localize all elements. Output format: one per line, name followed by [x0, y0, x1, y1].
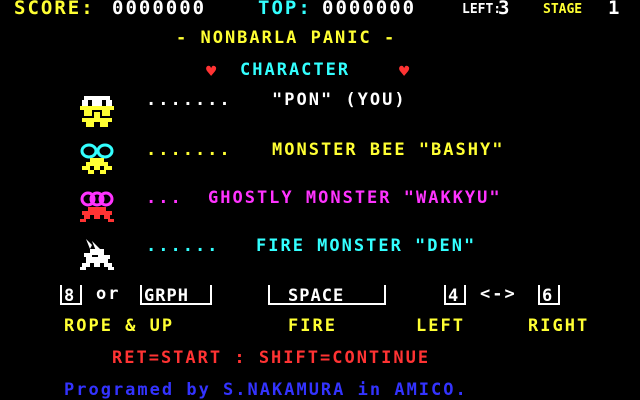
arrow-text: <-> [480, 284, 517, 304]
key-4: 4 [444, 285, 466, 306]
key-8: 8 [60, 285, 82, 306]
game-screen: SCORE: 0000000 TOP: 0000000 LEFT: 3 STAG… [0, 0, 640, 400]
den-name: FIRE MONSTER "DEN" [256, 236, 477, 256]
stage-value: 1 [608, 0, 622, 19]
action-right: RIGHT [528, 316, 590, 336]
ghost-sprite-icon [80, 191, 114, 222]
lives-value: 3 [498, 0, 512, 19]
den-dots: ...... [146, 236, 220, 256]
game-title: - NONBARLA PANIC - [176, 28, 397, 48]
stage-label: STAGE [543, 2, 583, 17]
key-space: SPACE [268, 285, 386, 306]
bee-sprite-icon [80, 143, 114, 174]
or-text: or [96, 284, 121, 304]
action-left: LEFT [416, 316, 465, 336]
key-space-label: SPACE [288, 286, 345, 306]
action-fire: FIRE [288, 316, 337, 336]
section-heading: CHARACTER [240, 60, 351, 80]
lives-label: LEFT: [462, 2, 502, 17]
heart-icon-left: ♥ [206, 62, 217, 82]
start-instructions: RET=START : SHIFT=CONTINUE [112, 348, 431, 368]
pon-dots: ....... [146, 90, 232, 110]
credit-text: Programed by S.NAKAMURA in AMICO. [64, 380, 468, 400]
key-6: 6 [538, 285, 560, 306]
score-label: SCORE: [14, 0, 95, 19]
wakkyu-name: GHOSTLY MONSTER "WAKKYU" [208, 188, 502, 208]
bashy-name: MONSTER BEE "BASHY" [272, 140, 505, 160]
bashy-dots: ....... [146, 140, 232, 160]
action-rope: ROPE & UP [64, 316, 175, 336]
heart-icon-right: ♥ [399, 62, 410, 82]
top-label: TOP: [258, 0, 312, 19]
key-grph-label: GRPH [144, 286, 189, 306]
wakkyu-dots: ... [146, 188, 183, 208]
key-6-label: 6 [542, 286, 554, 306]
key-grph: GRPH [140, 285, 212, 306]
pon-name: "PON" (YOU) [272, 90, 407, 110]
pon-sprite-icon [80, 96, 114, 127]
key-8-label: 8 [64, 286, 76, 306]
top-value: 0000000 [322, 0, 417, 19]
fire-sprite-icon [80, 239, 114, 270]
score-value: 0000000 [112, 0, 207, 19]
key-4-label: 4 [448, 286, 460, 306]
